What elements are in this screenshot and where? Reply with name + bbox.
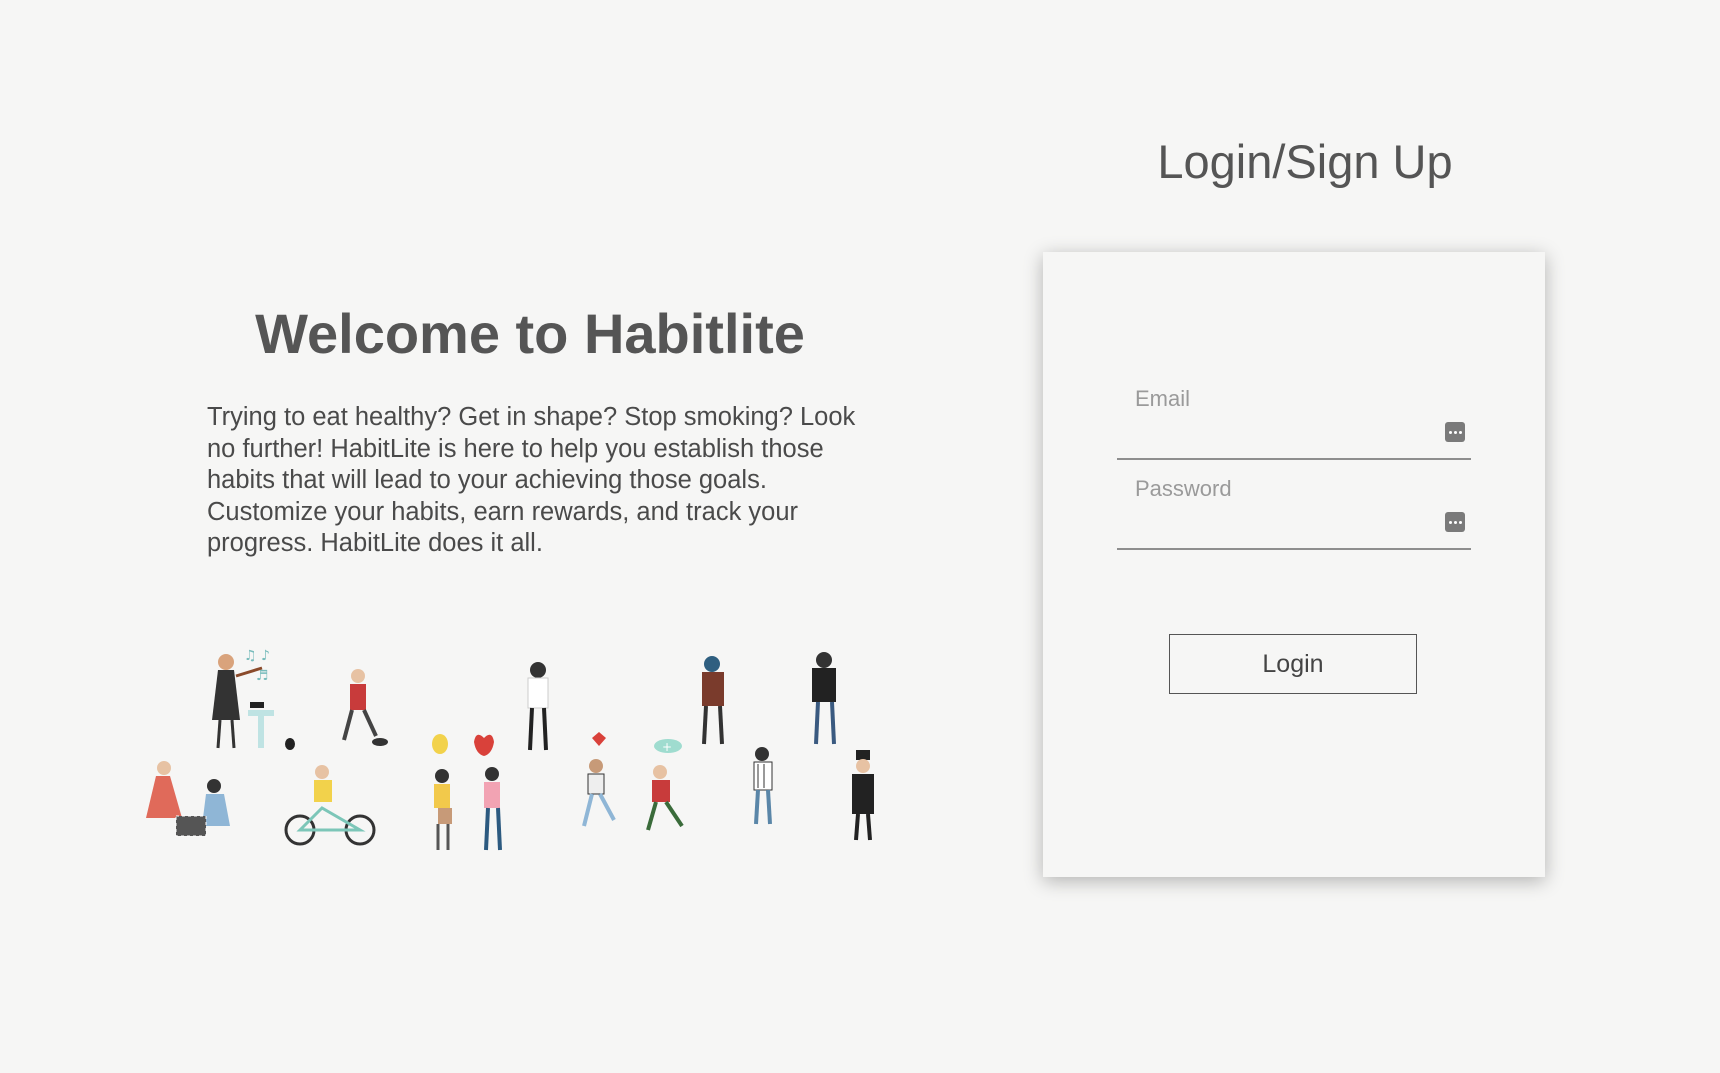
- svg-text:♬: ♬: [256, 668, 269, 684]
- login-card: Email Password Login: [1043, 252, 1545, 877]
- welcome-title: Welcome to Habitlite: [255, 302, 805, 365]
- cyclist-figure: [284, 765, 376, 846]
- guitarist-figure: [812, 652, 836, 745]
- password-manager-icon[interactable]: [1445, 512, 1465, 532]
- striped-man-figure: [753, 747, 773, 825]
- email-label: Email: [1135, 386, 1191, 411]
- welcome-description: Trying to eat healthy? Get in shape? Sto…: [207, 403, 856, 557]
- password-input[interactable]: [1135, 508, 1425, 538]
- chess-players-figure: [146, 761, 230, 837]
- email-field[interactable]: Email: [1117, 382, 1471, 460]
- chef-figure: [527, 662, 549, 751]
- skater-figure: [342, 669, 388, 746]
- bearded-man-figure: [702, 656, 724, 745]
- password-manager-icon[interactable]: [1445, 422, 1465, 442]
- login-title: Login/Sign Up: [1157, 135, 1453, 188]
- svg-text:+: +: [662, 740, 672, 754]
- people-activities-illustration: ♫ ♪ ♬ +: [146, 648, 874, 851]
- password-label: Password: [1135, 476, 1232, 501]
- fruits-figure: +: [432, 732, 682, 756]
- email-input[interactable]: [1135, 418, 1425, 448]
- login-button[interactable]: Login: [1169, 634, 1417, 694]
- shopper-figure: [434, 769, 452, 850]
- svg-text:♫ ♪: ♫ ♪: [244, 648, 270, 664]
- page: Welcome to Habitlite Trying to eat healt…: [0, 0, 1720, 1073]
- top-hat-man-figure: [852, 750, 874, 841]
- table-figure: [248, 702, 295, 750]
- pink-woman-figure: [484, 767, 502, 851]
- runner-figure: [582, 759, 616, 827]
- password-field[interactable]: Password: [1117, 472, 1471, 550]
- dancer-figure: [646, 765, 684, 831]
